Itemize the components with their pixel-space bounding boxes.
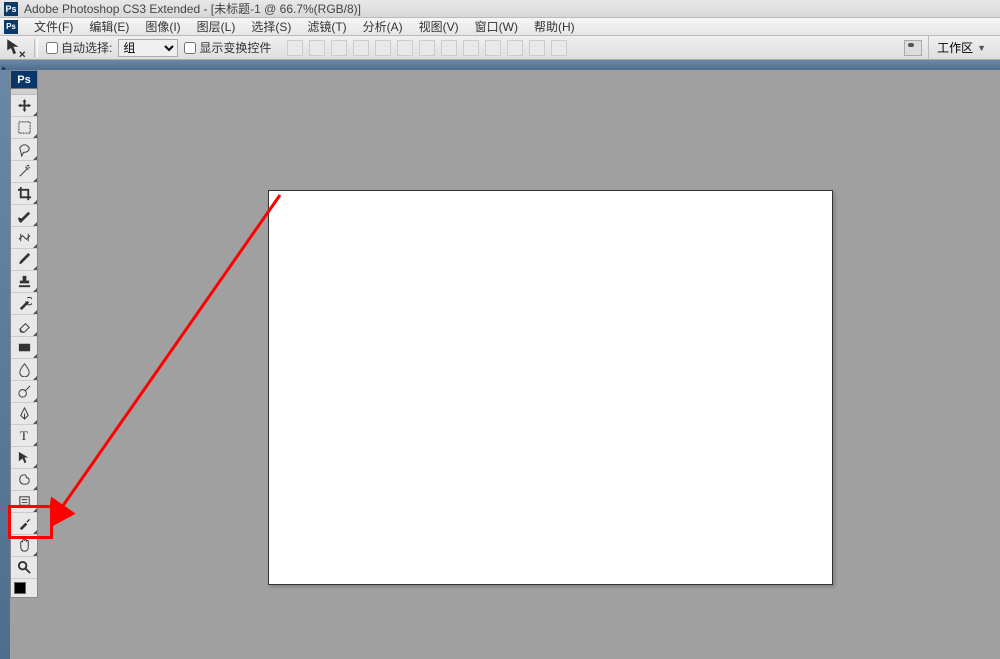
- menu-filter[interactable]: 滤镜(T): [299, 18, 354, 35]
- app-icon: Ps: [4, 2, 18, 16]
- blur-tool[interactable]: [11, 359, 37, 381]
- menu-select[interactable]: 选择(S): [243, 18, 299, 35]
- menu-layer[interactable]: 图层(L): [189, 18, 244, 35]
- align-vcenter-icon: [309, 40, 325, 56]
- dist-top-icon: [419, 40, 435, 56]
- marquee-tool[interactable]: [11, 117, 37, 139]
- stamp-tool[interactable]: [11, 271, 37, 293]
- toolbox: Ps T: [10, 70, 38, 598]
- auto-select-box[interactable]: [46, 42, 58, 54]
- align-hcenter-icon: [375, 40, 391, 56]
- align-bottom-icon: [331, 40, 347, 56]
- auto-align-icon: [551, 40, 567, 56]
- align-left-icon: [353, 40, 369, 56]
- move-indicator-icon[interactable]: [6, 39, 26, 57]
- menu-help[interactable]: 帮助(H): [526, 18, 583, 35]
- dist-vcenter-icon: [441, 40, 457, 56]
- path-tool[interactable]: [11, 447, 37, 469]
- annotation-arrow: [50, 190, 290, 530]
- auto-select-label: 自动选择:: [61, 39, 112, 56]
- align-icons-group: [287, 40, 567, 56]
- dodge-tool[interactable]: [11, 381, 37, 403]
- document-canvas[interactable]: [268, 190, 833, 585]
- dist-left-icon: [485, 40, 501, 56]
- type-tool[interactable]: T: [11, 425, 37, 447]
- notes-tool[interactable]: [11, 491, 37, 513]
- menu-edit[interactable]: 编辑(E): [81, 18, 137, 35]
- align-right-icon: [397, 40, 413, 56]
- move-tool[interactable]: [11, 95, 37, 117]
- menu-image[interactable]: 图像(I): [137, 18, 188, 35]
- main-workspace: Ps T: [0, 70, 1000, 659]
- show-transform-checkbox[interactable]: 显示变换控件: [184, 39, 271, 56]
- zoom-tool[interactable]: [11, 557, 37, 579]
- gradient-tool[interactable]: [11, 337, 37, 359]
- eraser-tool[interactable]: [11, 315, 37, 337]
- menu-file[interactable]: 文件(F): [26, 18, 81, 35]
- history-tool[interactable]: [11, 293, 37, 315]
- ps-logo-icon: Ps: [4, 20, 18, 34]
- panel-dock-strip-left[interactable]: [0, 70, 10, 659]
- auto-select-dropdown[interactable]: 组: [118, 39, 178, 57]
- wand-tool[interactable]: [11, 161, 37, 183]
- options-bar: 自动选择: 组 显示变换控件 工作区 ▼: [0, 36, 1000, 60]
- hand-tool[interactable]: [11, 535, 37, 557]
- healing-tool[interactable]: [11, 227, 37, 249]
- shape-tool[interactable]: [11, 469, 37, 491]
- panel-dock-strip-top[interactable]: ▸: [0, 60, 1000, 70]
- workspace-label: 工作区: [937, 39, 973, 56]
- crop-tool[interactable]: [11, 183, 37, 205]
- brush-tool[interactable]: [11, 249, 37, 271]
- workspace-dropdown[interactable]: 工作区 ▼: [928, 36, 994, 60]
- toolbox-header-icon[interactable]: Ps: [11, 71, 37, 89]
- dist-hcenter-icon: [507, 40, 523, 56]
- window-title: Adobe Photoshop CS3 Extended - [未标题-1 @ …: [24, 0, 361, 17]
- show-transform-box[interactable]: [184, 42, 196, 54]
- chevron-down-icon: ▼: [977, 43, 986, 53]
- menu-view[interactable]: 视图(V): [411, 18, 467, 35]
- dist-bottom-icon: [463, 40, 479, 56]
- svg-text:T: T: [19, 428, 27, 443]
- workspace-icon[interactable]: [904, 40, 922, 56]
- menu-window[interactable]: 窗口(W): [467, 18, 526, 35]
- color-swatch[interactable]: [11, 579, 37, 597]
- pen-tool[interactable]: [11, 403, 37, 425]
- align-top-icon: [287, 40, 303, 56]
- auto-select-checkbox[interactable]: 自动选择:: [46, 39, 112, 56]
- menu-analysis[interactable]: 分析(A): [355, 18, 411, 35]
- dist-right-icon: [529, 40, 545, 56]
- foreground-color[interactable]: [14, 582, 26, 594]
- show-transform-label: 显示变换控件: [199, 39, 271, 56]
- separator: [34, 39, 38, 57]
- menu-bar: Ps 文件(F) 编辑(E) 图像(I) 图层(L) 选择(S) 滤镜(T) 分…: [0, 18, 1000, 36]
- app-title-bar: Ps Adobe Photoshop CS3 Extended - [未标题-1…: [0, 0, 1000, 18]
- eyedrop-tool[interactable]: [11, 513, 37, 535]
- lasso-tool[interactable]: [11, 139, 37, 161]
- slice-tool[interactable]: [11, 205, 37, 227]
